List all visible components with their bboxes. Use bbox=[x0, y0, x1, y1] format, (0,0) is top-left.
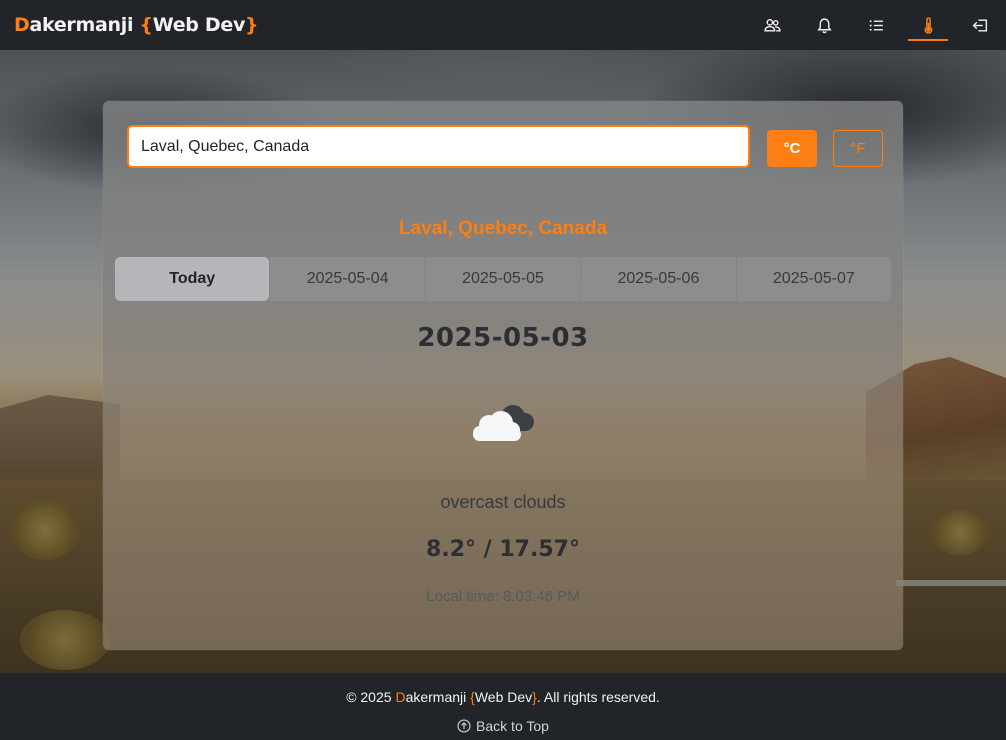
location-search-input[interactable] bbox=[127, 125, 750, 168]
tab-today[interactable]: Today bbox=[115, 257, 270, 301]
nav-weather-button[interactable] bbox=[902, 0, 954, 50]
arrow-up-circle-icon bbox=[457, 719, 471, 733]
thermometer-icon bbox=[924, 16, 932, 34]
temperature-range: 8.2° / 17.57° bbox=[426, 537, 580, 562]
nav-users-button[interactable] bbox=[746, 0, 798, 50]
bell-icon bbox=[816, 17, 832, 33]
nav-icon-group bbox=[746, 0, 1006, 50]
navbar: Dakermanji {Web Dev} bbox=[0, 0, 1006, 50]
footer-brand-label: Web Dev bbox=[474, 689, 533, 705]
users-icon bbox=[763, 18, 781, 32]
tab-day-5[interactable]: 2025-05-07 bbox=[736, 257, 892, 301]
celsius-button[interactable]: °C bbox=[767, 130, 817, 167]
brand-name: akermanji bbox=[29, 14, 140, 36]
forecast-tabs: Today 2025-05-04 2025-05-05 2025-05-06 2… bbox=[115, 257, 892, 301]
copyright-text: © 2025 Dakermanji {Web Dev}. All rights … bbox=[0, 689, 1006, 705]
tab-day-2[interactable]: 2025-05-04 bbox=[270, 257, 425, 301]
weather-card: °C °F Laval, Quebec, Canada Today 2025-0… bbox=[103, 101, 903, 650]
nav-list-button[interactable] bbox=[850, 0, 902, 50]
location-title: Laval, Quebec, Canada bbox=[398, 218, 608, 239]
tab-day-3[interactable]: 2025-05-05 bbox=[425, 257, 581, 301]
background-road bbox=[896, 580, 1006, 586]
forecast-date: 2025-05-03 bbox=[417, 323, 589, 353]
brand-label: Web Dev bbox=[152, 14, 246, 36]
background-mountain-left bbox=[0, 395, 120, 485]
brand-logo[interactable]: Dakermanji {Web Dev} bbox=[14, 14, 259, 36]
back-to-top-label: Back to Top bbox=[476, 718, 549, 734]
brand-brace-close: } bbox=[245, 14, 259, 36]
background-bush bbox=[20, 610, 110, 670]
background-bush bbox=[10, 500, 80, 560]
nav-notifications-button[interactable] bbox=[798, 0, 850, 50]
fahrenheit-button[interactable]: °F bbox=[833, 130, 883, 167]
overcast-clouds-icon bbox=[473, 405, 534, 441]
logout-icon bbox=[972, 18, 987, 32]
weather-description: overcast clouds bbox=[440, 492, 566, 512]
footer-brand-name: akermanji bbox=[405, 689, 471, 705]
brand-brace-open: { bbox=[139, 14, 153, 36]
back-to-top-link[interactable]: Back to Top bbox=[0, 718, 1006, 734]
copyright-suffix: . All rights reserved. bbox=[536, 689, 660, 705]
brand-initial: D bbox=[14, 14, 30, 36]
background-bush bbox=[930, 510, 990, 555]
local-time: Local time: 8:03:46 PM bbox=[426, 588, 580, 605]
footer: © 2025 Dakermanji {Web Dev}. All rights … bbox=[0, 673, 1006, 740]
nav-logout-button[interactable] bbox=[954, 0, 1006, 50]
footer-brand-initial: D bbox=[395, 689, 406, 705]
card-backdrop bbox=[103, 101, 903, 650]
list-icon bbox=[869, 19, 883, 31]
copyright-prefix: © 2025 bbox=[346, 689, 396, 705]
tab-day-4[interactable]: 2025-05-06 bbox=[581, 257, 736, 301]
